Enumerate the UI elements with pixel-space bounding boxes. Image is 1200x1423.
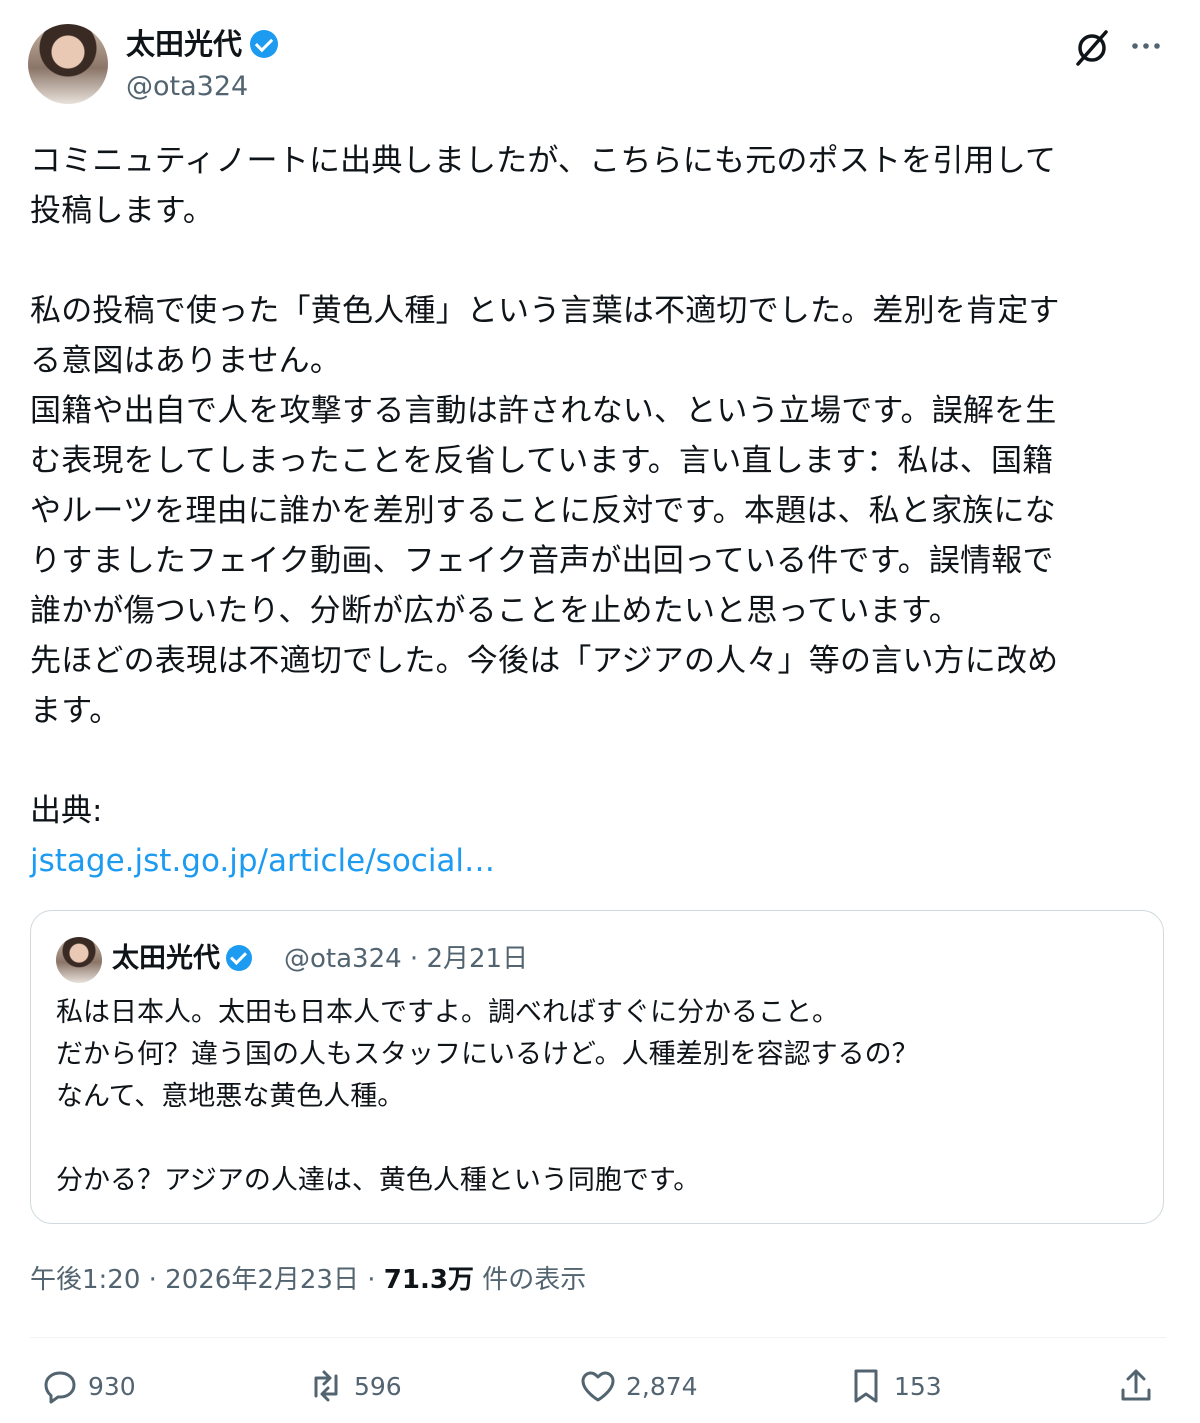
quoted-meta: @ota324 · 2月21日 <box>284 944 529 974</box>
repost-count: 596 <box>354 1371 402 1401</box>
reply-button[interactable]: 930 <box>40 1362 136 1410</box>
repost-icon <box>314 1370 338 1402</box>
bookmark-count: 153 <box>894 1371 942 1401</box>
quoted-verified-badge-icon <box>226 945 252 971</box>
quoted-avatar <box>56 937 102 983</box>
divider <box>30 1337 1166 1338</box>
timestamp-views: 午後1:20 · 2026年2月23日 · 71.3万 件の表示 <box>30 1258 586 1302</box>
views-count: 71.3万 <box>383 1265 474 1295</box>
grok-icon[interactable] <box>1072 28 1112 68</box>
more-options-icon[interactable] <box>1128 28 1164 64</box>
heart-icon <box>581 1371 615 1402</box>
quoted-author-name-text: 太田光代 <box>112 943 220 974</box>
verified-badge-icon <box>250 30 279 58</box>
source-label: 出典: <box>30 793 103 829</box>
author-handle[interactable]: @ota324 <box>126 70 248 104</box>
like-button[interactable]: 2,874 <box>578 1362 698 1410</box>
share-button[interactable] <box>1116 1362 1164 1410</box>
tweet-text: コミニュティノートに出典しましたが、こちらにも元のポストを引用して 投稿します。… <box>30 143 1060 729</box>
source-link[interactable]: jstage.jst.go.jp/article/social… <box>30 836 495 886</box>
views-label: 件の表示 <box>473 1265 587 1295</box>
share-icon <box>1121 1369 1151 1401</box>
quoted-text: 私は日本人。太田も日本人ですよ。調べればすぐに分かること。 だから何？違う国の人… <box>56 997 919 1196</box>
repost-button[interactable]: 596 <box>306 1362 402 1410</box>
timestamp[interactable]: 午後1:20 · 2026年2月23日 · <box>30 1265 384 1295</box>
author-name[interactable]: 太田光代 <box>126 26 279 62</box>
reply-count: 930 <box>88 1371 136 1401</box>
reply-icon <box>44 1371 76 1404</box>
bookmark-button[interactable]: 153 <box>846 1362 942 1410</box>
quoted-author-name: 太田光代 <box>112 940 252 978</box>
author-name-text[interactable]: 太田光代 <box>126 27 242 61</box>
bookmark-icon <box>854 1369 878 1403</box>
like-count: 2,874 <box>626 1371 698 1401</box>
avatar[interactable] <box>28 24 108 104</box>
